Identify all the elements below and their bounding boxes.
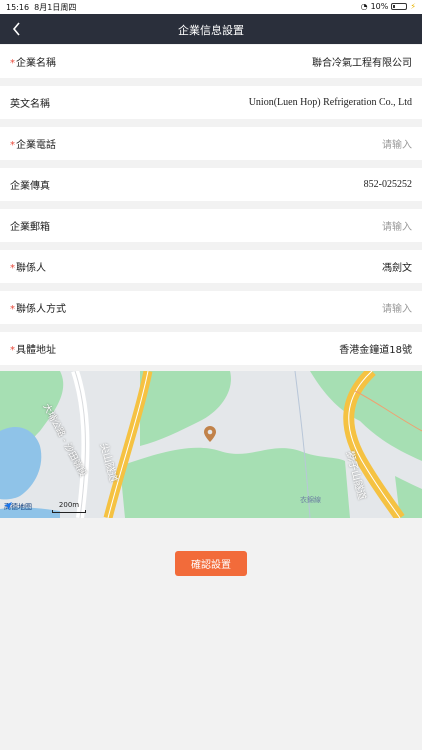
- field-label: 企業傳真: [10, 177, 50, 192]
- field-value[interactable]: Union(Luen Hop) Refrigeration Co., Ltd: [50, 97, 412, 108]
- charging-icon: ⚡: [410, 2, 416, 11]
- map-scale: 200m: [52, 501, 86, 513]
- field-company-phone[interactable]: *企業電話 请输入: [0, 127, 422, 160]
- field-value[interactable]: 852-025252: [50, 179, 412, 190]
- field-label-text: 企業名稱: [16, 58, 56, 69]
- required-mark: *: [10, 140, 15, 151]
- field-label-text: 企業郵箱: [10, 222, 50, 233]
- map-scale-text: 200m: [58, 501, 80, 509]
- status-time-date: 15:16 8月1日周四: [6, 2, 76, 13]
- rail-label: 衣錦線: [300, 496, 321, 504]
- field-label: *聯係人: [10, 259, 46, 274]
- field-label: *具體地址: [10, 341, 56, 356]
- field-label: *企業名稱: [10, 54, 56, 69]
- field-label-text: 企業電話: [16, 140, 56, 151]
- field-placeholder[interactable]: 请输入: [50, 218, 412, 233]
- required-mark: *: [10, 58, 15, 69]
- required-mark: *: [10, 345, 15, 356]
- location-pin-icon[interactable]: [204, 426, 216, 442]
- field-company-fax[interactable]: 企業傳真 852-025252: [0, 168, 422, 201]
- confirm-settings-button[interactable]: 確認設置: [175, 551, 247, 576]
- field-label: 企業郵箱: [10, 218, 50, 233]
- required-mark: *: [10, 304, 15, 315]
- field-contact-person[interactable]: *聯係人 馮劍文: [0, 250, 422, 283]
- field-label: *企業電話: [10, 136, 56, 151]
- field-address[interactable]: *具體地址 香港金鐘道18號: [0, 332, 422, 365]
- battery-percent: 10%: [370, 2, 389, 11]
- status-bar: 15:16 8月1日周四 ◔ 10% ⚡: [0, 0, 422, 14]
- map-logo: 高德地图: [4, 502, 32, 512]
- status-time: 15:16: [6, 3, 30, 12]
- location-map[interactable]: 大埔公路 - 沙田嶺段 尖山隧道 獅子山隧道 衣錦線 高德地图 200m: [0, 371, 422, 518]
- field-label: 英文名稱: [10, 95, 50, 110]
- required-mark: *: [10, 263, 15, 274]
- field-label-text: 聯係人方式: [16, 304, 66, 315]
- green-area: [120, 447, 350, 518]
- wifi-icon: ◔: [360, 2, 368, 11]
- field-english-name[interactable]: 英文名稱 Union(Luen Hop) Refrigeration Co., …: [0, 86, 422, 119]
- status-right: ◔ 10% ⚡: [361, 2, 416, 11]
- field-value[interactable]: 馮劍文: [46, 259, 412, 274]
- field-value[interactable]: 香港金鐘道18號: [56, 341, 412, 356]
- field-label-text: 企業傳真: [10, 181, 50, 192]
- field-company-name[interactable]: *企業名稱 聯合冷氣工程有限公司: [0, 45, 422, 78]
- field-label-text: 聯係人: [16, 263, 46, 274]
- battery-icon: [391, 3, 408, 10]
- field-placeholder[interactable]: 请输入: [66, 300, 412, 315]
- field-value[interactable]: 聯合冷氣工程有限公司: [56, 54, 412, 69]
- field-placeholder[interactable]: 请输入: [56, 136, 412, 151]
- nav-bar: 企業信息設置: [0, 14, 422, 44]
- field-company-email[interactable]: 企業郵箱 请输入: [0, 209, 422, 242]
- field-label-text: 具體地址: [16, 345, 56, 356]
- field-label: *聯係人方式: [10, 300, 66, 315]
- page-title: 企業信息設置: [178, 24, 244, 37]
- field-label-text: 英文名稱: [10, 99, 50, 110]
- map-scale-bar: [52, 510, 86, 513]
- field-contact-method[interactable]: *聯係人方式 请输入: [0, 291, 422, 324]
- status-date: 8月1日周四: [34, 3, 77, 12]
- navigation-arrow-icon: [4, 502, 12, 510]
